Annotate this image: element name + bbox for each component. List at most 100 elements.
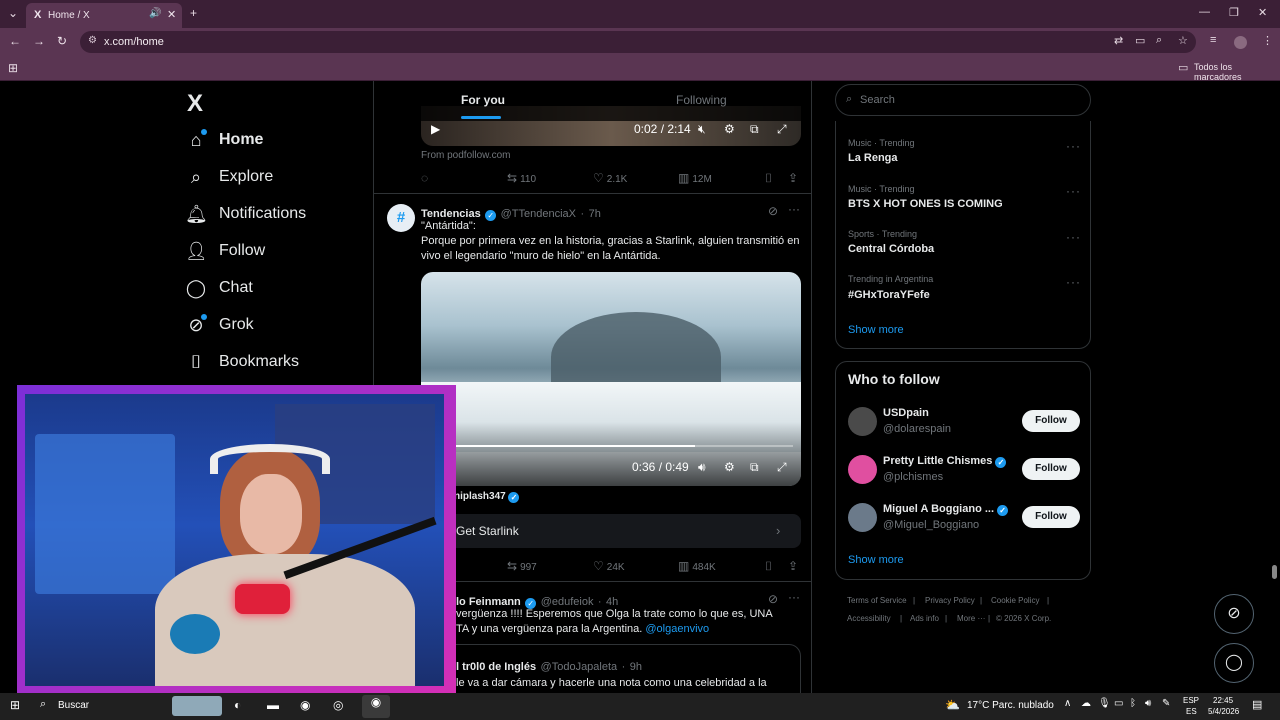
volume-icon[interactable]: 🔊︎ — [698, 460, 706, 475]
network-icon[interactable]: ▭ — [1114, 698, 1123, 709]
reload-button[interactable]: ↻ — [57, 34, 67, 48]
search-input[interactable]: ⌕ Search — [835, 84, 1091, 116]
tray-chevron-icon[interactable]: ∧ — [1064, 698, 1071, 709]
file-explorer-icon[interactable]: ▬ — [267, 698, 279, 712]
post1-views[interactable]: ▥ 12M — [678, 171, 712, 185]
post2-views[interactable]: ▥ 484K — [678, 559, 716, 573]
avatar[interactable] — [848, 407, 877, 436]
nav-explore[interactable]: ⌕ Explore — [180, 163, 360, 193]
window-close-button[interactable]: ✕ — [1258, 6, 1267, 19]
follow-button[interactable]: Follow — [1022, 506, 1080, 528]
volume-icon[interactable]: 🔊︎ — [1145, 698, 1151, 709]
post1-source[interactable]: From podfollow.com — [421, 150, 510, 161]
footer-link[interactable]: Accessibility — [847, 614, 891, 623]
post3-mention[interactable]: @olgaenvivo — [645, 623, 709, 635]
settings-icon[interactable]: ⚙ — [724, 460, 735, 474]
chrome-active-icon[interactable]: ◉ — [362, 695, 390, 718]
post1-bookmark[interactable]: ⌷ — [765, 171, 775, 186]
nav-notifications[interactable]: 🔔︎ Notifications — [180, 200, 360, 230]
fullscreen-icon[interactable]: ⤢ — [777, 460, 787, 475]
new-tab-button[interactable]: + — [190, 6, 197, 20]
cloud-icon[interactable]: ☁ — [1081, 698, 1091, 709]
bookmark-star-icon[interactable]: ☆ — [1178, 34, 1188, 47]
wtf-show-more-link[interactable]: Show more — [848, 554, 904, 566]
zoom-icon[interactable]: ⌕ — [1156, 34, 1162, 47]
footer-link[interactable]: Ads info — [910, 614, 939, 623]
input-language[interactable]: ESP — [1183, 696, 1199, 705]
grok-explain-icon[interactable]: ⊘ — [768, 592, 778, 606]
post1-like[interactable]: ♡ 2.1K — [593, 171, 627, 185]
tab-close-icon[interactable]: ✕ — [167, 8, 176, 21]
apps-grid-icon[interactable]: ⊞ — [8, 61, 18, 75]
more-icon[interactable]: ··· — [1066, 275, 1081, 289]
all-bookmarks-link[interactable]: Todos los marcadores — [1194, 62, 1280, 82]
avatar[interactable] — [848, 455, 877, 484]
clock-time[interactable]: 22:45 — [1213, 696, 1233, 705]
follow-button[interactable]: Follow — [1022, 410, 1080, 432]
footer-link[interactable]: Privacy Policy — [925, 596, 975, 605]
page-scrollbar-thumb[interactable] — [1272, 565, 1277, 579]
chat-fab-button[interactable]: ◯ — [1214, 643, 1254, 683]
nav-home[interactable]: ⌂ Home — [180, 126, 360, 156]
browser-tab[interactable]: X Home / X 🔊 ✕ — [26, 3, 182, 28]
site-info-icon[interactable]: ⚙ — [88, 35, 97, 46]
footer-link[interactable]: Cookie Policy — [991, 596, 1039, 605]
post2-avatar[interactable]: # — [387, 204, 415, 232]
nav-grok[interactable]: ⊘ Grok — [180, 311, 360, 341]
avatar[interactable] — [848, 503, 877, 532]
pip-icon[interactable]: ⧉ — [750, 122, 759, 137]
menu-icon[interactable]: ⋮ — [1262, 34, 1273, 47]
follow-button[interactable]: Follow — [1022, 458, 1080, 480]
mute-icon[interactable]: 🔇︎ — [698, 122, 706, 137]
pip-icon[interactable]: ⧉ — [750, 460, 759, 475]
back-button[interactable]: ← — [9, 34, 21, 48]
weather-icon[interactable]: ⛅ — [945, 698, 960, 712]
grok-explain-icon[interactable]: ⊘ — [768, 204, 778, 218]
quoted-post[interactable]: l tr0l0 de Inglés @TodoJapaleta · 9h le … — [421, 644, 801, 693]
tab-for-you[interactable]: For you — [461, 93, 505, 107]
bluetooth-icon[interactable]: ᛒ — [1130, 698, 1136, 709]
ad-cta-button[interactable]: Get Starlink › — [421, 514, 801, 548]
post2-video[interactable]: 0:36 / 0:49 🔊︎ ⚙ ⧉ ⤢ — [421, 272, 801, 486]
nav-chat[interactable]: ◯ Chat — [180, 274, 360, 304]
minimize-button[interactable]: — — [1199, 6, 1210, 18]
post1-share[interactable]: ⇪ — [788, 171, 801, 185]
wtf-name[interactable]: USDpain — [883, 407, 929, 419]
wtf-name[interactable]: Pretty Little Chismes ✓ — [883, 455, 1007, 468]
pen-icon[interactable]: ✎ — [1162, 698, 1170, 709]
x-logo-icon[interactable]: X — [187, 90, 203, 118]
chrome-icon[interactable]: ◉ — [300, 698, 310, 712]
more-icon[interactable]: ··· — [788, 590, 800, 604]
post2-share[interactable]: ⇪ — [788, 559, 801, 573]
footer-link[interactable]: More ··· — [957, 614, 985, 623]
post2-retweet[interactable]: ⇆ 997 — [507, 559, 537, 573]
cast-icon[interactable]: ▭ — [1135, 34, 1145, 47]
more-icon[interactable]: ··· — [788, 202, 800, 216]
taskbar-widget-thumbnail[interactable] — [172, 696, 222, 716]
clock-date[interactable]: 5/4/2026 — [1208, 707, 1239, 716]
translate-icon[interactable]: ⇄ — [1114, 34, 1123, 47]
tab-search-icon[interactable]: ⌄ — [8, 6, 18, 20]
wtf-name[interactable]: Miguel A Boggiano ... ✓ — [883, 503, 1009, 516]
play-icon[interactable]: ▶ — [431, 122, 440, 136]
more-icon[interactable]: ··· — [1066, 184, 1081, 198]
windows-start-icon[interactable]: ⊞ — [10, 698, 20, 712]
video-credit[interactable]: niplash347 ✓ — [454, 491, 520, 503]
post1-reply[interactable]: ◌ — [421, 171, 431, 185]
post1-retweet[interactable]: ⇆ 110 — [507, 171, 536, 185]
keyboard-layout[interactable]: ES — [1186, 707, 1197, 716]
address-bar[interactable]: ⚙ x.com/home — [80, 31, 1196, 53]
fullscreen-icon[interactable]: ⤢ — [777, 122, 787, 137]
obs-icon[interactable]: ◎ — [333, 698, 343, 712]
mic-icon[interactable]: 🎙︎ — [1098, 698, 1111, 709]
trends-show-more-link[interactable]: Show more — [848, 324, 904, 336]
video-progress-track[interactable] — [431, 445, 793, 447]
grok-fab-button[interactable]: ⊘ — [1214, 594, 1254, 634]
taskbar-search-label[interactable]: Buscar — [58, 700, 89, 711]
taskbar-search-icon[interactable]: ⌕ — [40, 698, 46, 711]
more-icon[interactable]: ··· — [1066, 230, 1081, 244]
tab-following[interactable]: Following — [676, 93, 727, 107]
weather-text[interactable]: 17°C Parc. nublado — [967, 700, 1054, 711]
tab-search-list-icon[interactable]: ≡ — [1210, 34, 1216, 46]
nav-follow[interactable]: 👤︎ Follow — [180, 237, 360, 267]
